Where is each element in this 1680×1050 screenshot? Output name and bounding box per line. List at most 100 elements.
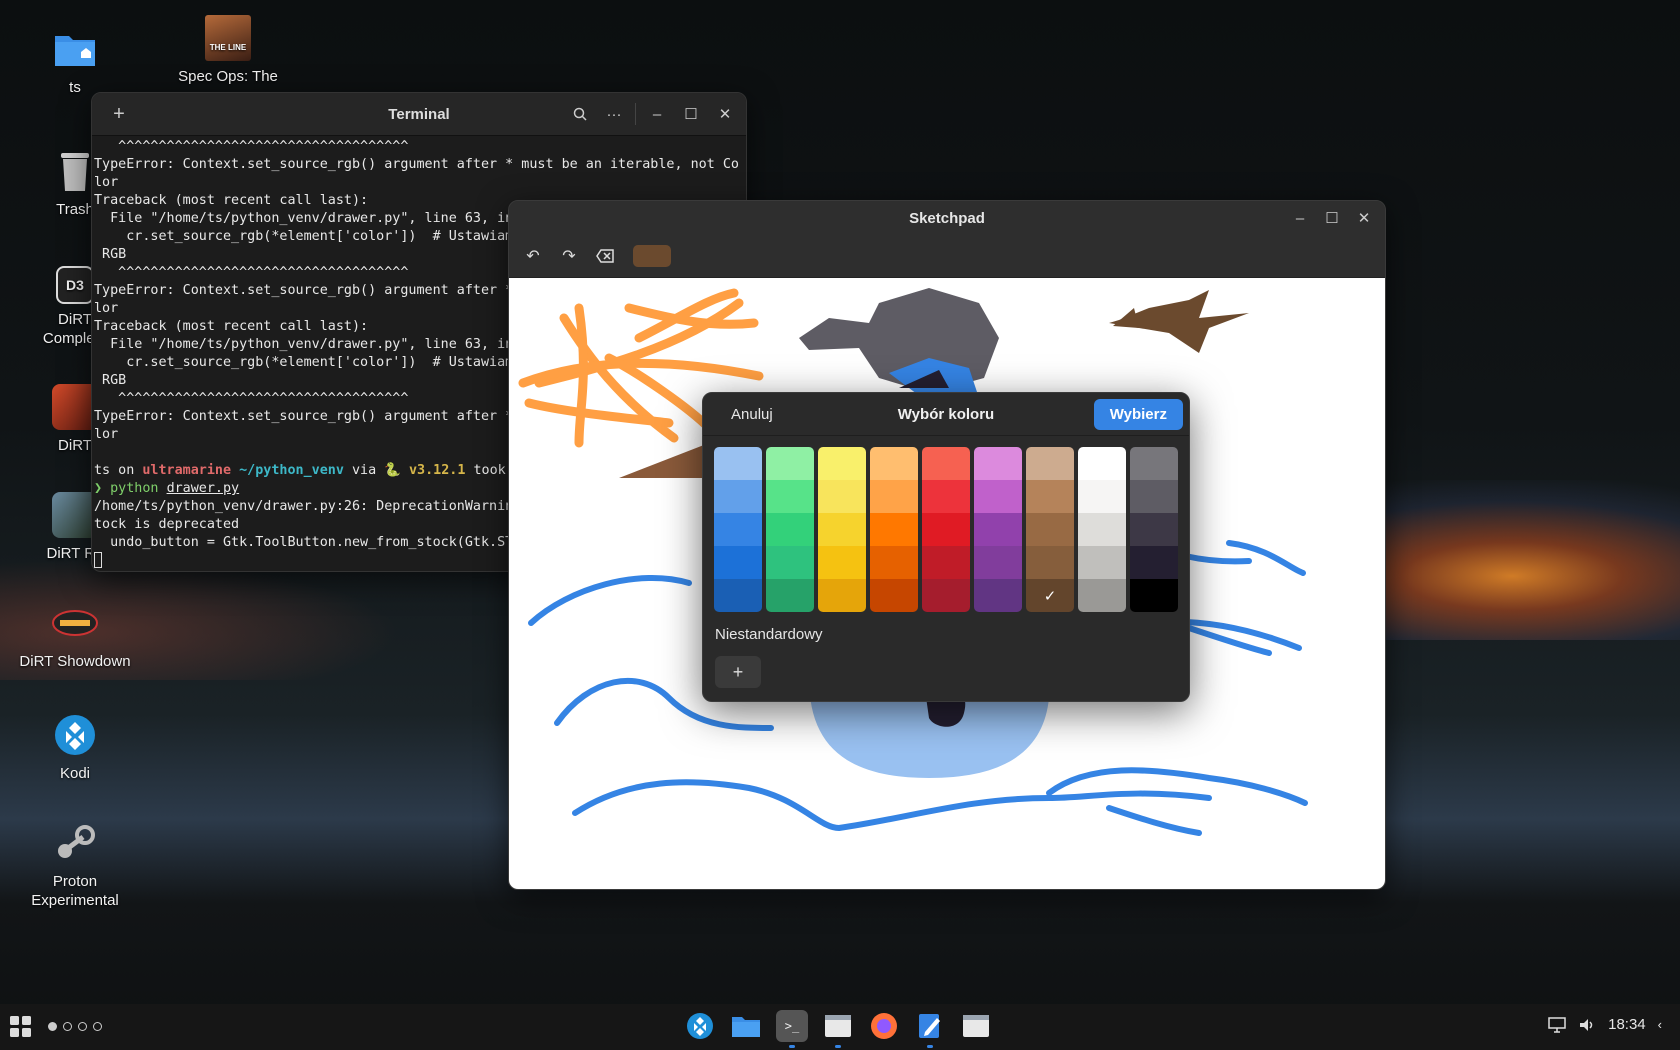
desktop-icon-home[interactable]: ts bbox=[5, 26, 145, 97]
color-swatch[interactable] bbox=[922, 447, 970, 480]
close-button[interactable]: ✕ bbox=[1351, 205, 1377, 231]
color-swatch[interactable] bbox=[714, 546, 762, 579]
taskbar-files[interactable] bbox=[730, 1010, 762, 1042]
maximize-icon: ☐ bbox=[1325, 210, 1339, 227]
taskbar-text-editor[interactable] bbox=[914, 1010, 946, 1048]
workspace-indicator[interactable] bbox=[48, 1022, 102, 1031]
color-swatch[interactable] bbox=[714, 579, 762, 612]
palette-column bbox=[870, 447, 918, 612]
color-swatch[interactable] bbox=[766, 513, 814, 546]
color-swatch[interactable] bbox=[974, 579, 1022, 612]
color-swatch[interactable] bbox=[818, 447, 866, 480]
color-swatch[interactable] bbox=[870, 513, 918, 546]
color-swatch[interactable] bbox=[1130, 447, 1178, 480]
close-button[interactable]: ✕ bbox=[712, 101, 738, 127]
color-picker-button[interactable] bbox=[633, 245, 671, 267]
notifications-chevron-icon[interactable]: ‹ bbox=[1658, 1017, 1662, 1032]
sketchpad-titlebar[interactable]: Sketchpad – ☐ ✕ bbox=[509, 201, 1385, 235]
color-swatch[interactable]: ✓ bbox=[1026, 579, 1074, 612]
menu-button[interactable]: ··· bbox=[601, 101, 627, 127]
grid-icon bbox=[10, 1016, 31, 1037]
color-swatch[interactable] bbox=[1078, 546, 1126, 579]
desktop-icon-proton[interactable]: Proton Experimental bbox=[5, 820, 145, 910]
text-editor-icon bbox=[919, 1014, 940, 1038]
minimize-button[interactable]: – bbox=[644, 101, 670, 127]
color-swatch[interactable] bbox=[714, 480, 762, 513]
color-swatch[interactable] bbox=[922, 579, 970, 612]
color-swatch[interactable] bbox=[870, 546, 918, 579]
terminal-line: TypeError: Context.set_source_rgb() argu… bbox=[94, 157, 739, 172]
color-swatch[interactable] bbox=[1078, 447, 1126, 480]
color-swatch[interactable] bbox=[974, 480, 1022, 513]
taskbar-terminal[interactable]: >_ bbox=[776, 1010, 808, 1048]
workspace-dot[interactable] bbox=[78, 1022, 87, 1031]
taskbar: >_ 18:34 ‹ bbox=[0, 1004, 1680, 1050]
color-swatch[interactable] bbox=[714, 447, 762, 480]
color-swatch[interactable] bbox=[1026, 546, 1074, 579]
color-swatch[interactable] bbox=[870, 447, 918, 480]
running-indicator bbox=[789, 1045, 795, 1048]
minimize-button[interactable]: – bbox=[1287, 205, 1313, 231]
color-swatch[interactable] bbox=[1130, 513, 1178, 546]
add-custom-color-button[interactable]: + bbox=[715, 656, 761, 688]
redo-button[interactable]: ↷ bbox=[555, 242, 583, 270]
terminal-titlebar[interactable]: + Terminal ··· – ☐ ✕ bbox=[92, 93, 746, 136]
color-swatch[interactable] bbox=[870, 480, 918, 513]
color-swatch[interactable] bbox=[766, 579, 814, 612]
color-swatch[interactable] bbox=[1130, 579, 1178, 612]
undo-button[interactable]: ↶ bbox=[519, 242, 547, 270]
color-swatch[interactable] bbox=[870, 579, 918, 612]
color-swatch[interactable] bbox=[818, 579, 866, 612]
clock[interactable]: 18:34 bbox=[1608, 1016, 1646, 1033]
custom-colors-label: Niestandardowy bbox=[715, 626, 823, 643]
color-swatch[interactable] bbox=[818, 513, 866, 546]
maximize-button[interactable]: ☐ bbox=[1319, 205, 1345, 231]
color-swatch[interactable] bbox=[766, 480, 814, 513]
color-chooser-dialog[interactable]: Anuluj Wybór koloru Wybierz ✓ Niestandar… bbox=[702, 392, 1190, 702]
command-text: python bbox=[102, 481, 167, 496]
color-swatch[interactable] bbox=[974, 513, 1022, 546]
color-swatch[interactable] bbox=[1026, 447, 1074, 480]
color-swatch[interactable] bbox=[1130, 480, 1178, 513]
taskbar-window-2[interactable] bbox=[960, 1010, 992, 1042]
taskbar-kodi[interactable] bbox=[684, 1010, 716, 1042]
workspace-dot[interactable] bbox=[48, 1022, 57, 1031]
files-icon bbox=[732, 1017, 760, 1037]
palette-column bbox=[1078, 447, 1126, 612]
taskbar-firefox[interactable] bbox=[868, 1010, 900, 1042]
color-swatch[interactable] bbox=[1078, 579, 1126, 612]
cancel-button[interactable]: Anuluj bbox=[731, 406, 773, 423]
color-swatch[interactable] bbox=[922, 480, 970, 513]
taskbar-window[interactable] bbox=[822, 1010, 854, 1048]
workspace-dot[interactable] bbox=[63, 1022, 72, 1031]
color-swatch[interactable] bbox=[1078, 513, 1126, 546]
color-swatch[interactable] bbox=[974, 447, 1022, 480]
workspace-dot[interactable] bbox=[93, 1022, 102, 1031]
new-tab-button[interactable]: + bbox=[106, 101, 132, 127]
spec-ops-game-icon: THE LINE bbox=[205, 15, 251, 61]
maximize-button[interactable]: ☐ bbox=[678, 101, 704, 127]
color-swatch[interactable] bbox=[1078, 480, 1126, 513]
color-swatch[interactable] bbox=[714, 513, 762, 546]
color-swatch[interactable] bbox=[1026, 480, 1074, 513]
color-swatch[interactable] bbox=[1026, 513, 1074, 546]
color-swatch[interactable] bbox=[922, 513, 970, 546]
volume-icon[interactable] bbox=[1578, 1017, 1596, 1033]
color-swatch[interactable] bbox=[974, 546, 1022, 579]
close-icon: ✕ bbox=[1357, 210, 1371, 227]
color-swatch[interactable] bbox=[818, 480, 866, 513]
color-swatch[interactable] bbox=[766, 546, 814, 579]
network-icon[interactable] bbox=[1548, 1016, 1566, 1033]
select-button[interactable]: Wybierz bbox=[1093, 398, 1183, 430]
desktop-icon-kodi[interactable]: Kodi bbox=[5, 712, 145, 783]
palette-column bbox=[974, 447, 1022, 612]
app-launcher-button[interactable] bbox=[10, 1016, 32, 1038]
color-swatch[interactable] bbox=[818, 546, 866, 579]
clear-button[interactable] bbox=[591, 242, 619, 270]
search-button[interactable] bbox=[567, 101, 593, 127]
desktop-icon-dirt-showdown[interactable]: DiRT Showdown bbox=[5, 600, 145, 671]
color-swatch[interactable] bbox=[1130, 546, 1178, 579]
color-swatch[interactable] bbox=[766, 447, 814, 480]
desktop-icon-spec-ops[interactable]: THE LINE Spec Ops: The bbox=[158, 15, 298, 86]
color-swatch[interactable] bbox=[922, 546, 970, 579]
